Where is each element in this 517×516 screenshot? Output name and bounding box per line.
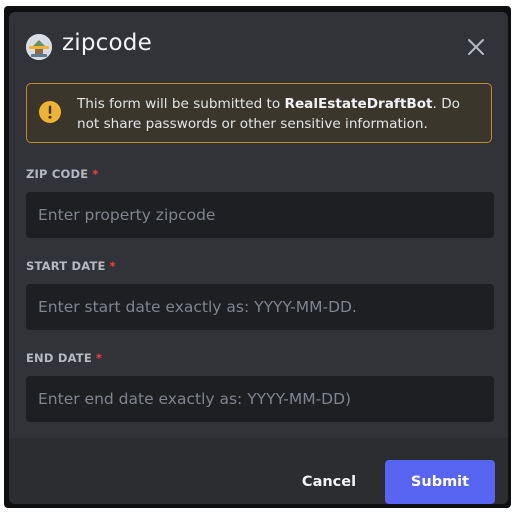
zipcode-label-text: ZIP CODE [26,167,89,181]
modal-dialog: zipcode This form will be submitted to R… [9,12,508,504]
end-date-label-text: END DATE [26,351,92,365]
end-date-input[interactable] [26,376,494,422]
modal-footer: Cancel Submit [9,438,508,504]
cancel-button[interactable]: Cancel [289,460,369,504]
required-mark: * [92,167,99,181]
end-date-label: END DATE * [26,351,102,365]
start-date-label: START DATE * [26,259,116,273]
close-icon[interactable] [464,35,488,59]
warning-icon [38,100,62,124]
required-mark: * [109,259,116,273]
modal-title: zipcode [62,30,152,56]
notice-bot-name: RealEstateDraftBot [284,96,433,112]
submit-button[interactable]: Submit [385,460,495,504]
start-date-label-text: START DATE [26,259,106,273]
required-mark: * [95,351,103,365]
notice-prefix: This form will be submitted to [77,96,285,112]
warning-notice: This form will be submitted to RealEstat… [26,83,492,143]
start-date-input[interactable] [26,284,494,330]
zipcode-label: ZIP CODE * [26,167,99,181]
notice-text: This form will be submitted to RealEstat… [77,94,482,134]
zipcode-input[interactable] [26,192,494,238]
modal-header: zipcode [9,12,508,78]
bot-avatar-icon [26,34,52,60]
